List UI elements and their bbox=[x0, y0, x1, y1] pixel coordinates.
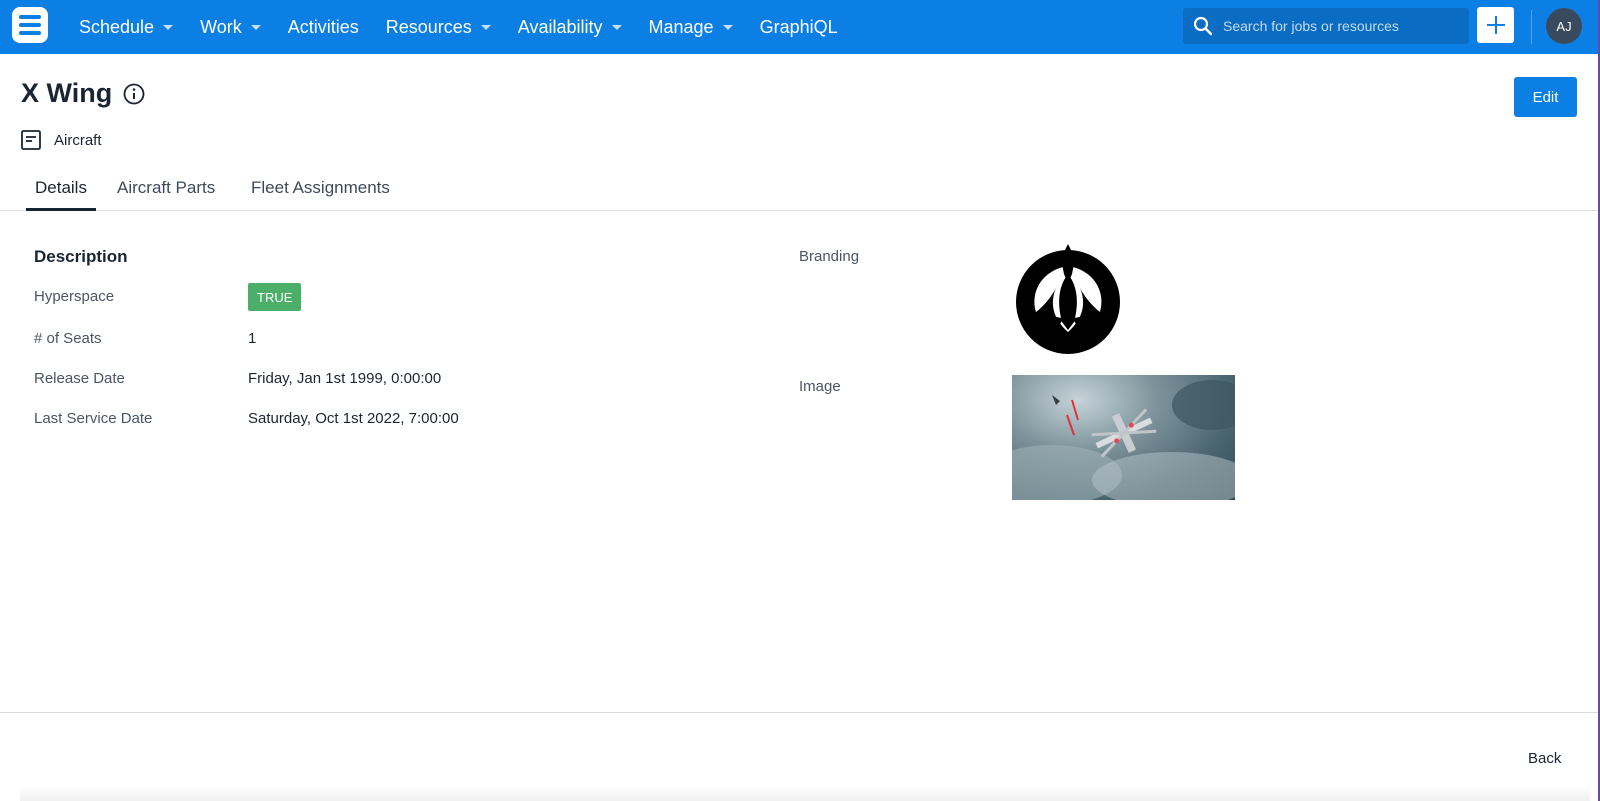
nav-schedule[interactable]: Schedule bbox=[79, 16, 174, 38]
top-navbar: Schedule Work Activities Resources Avail… bbox=[0, 0, 1600, 54]
tab-bar: Details Aircraft Parts Fleet Assignments bbox=[0, 170, 1600, 211]
x-wing-photo bbox=[1012, 380, 1235, 500]
field-label-hyperspace: Hyperspace bbox=[34, 288, 115, 305]
bottom-shadow bbox=[20, 785, 1590, 801]
info-icon[interactable] bbox=[123, 83, 145, 105]
chevron-down-icon bbox=[163, 24, 174, 30]
nav-manage-label: Manage bbox=[648, 16, 714, 37]
plus-icon bbox=[1486, 16, 1505, 34]
nav-activities-label: Activities bbox=[287, 16, 359, 37]
nav-work-label: Work bbox=[200, 16, 242, 37]
nav-work[interactable]: Work bbox=[200, 17, 261, 38]
nav-availability-label: Availability bbox=[517, 16, 603, 37]
page-title: X Wing bbox=[21, 78, 113, 108]
footer-divider bbox=[0, 712, 1600, 713]
edit-button[interactable]: Edit bbox=[1514, 77, 1577, 117]
chevron-down-icon bbox=[722, 24, 733, 30]
aircraft-image bbox=[1012, 375, 1235, 500]
chevron-down-icon bbox=[611, 24, 622, 30]
nav-manage[interactable]: Manage bbox=[649, 17, 733, 38]
resource-type-label: Aircraft bbox=[54, 132, 102, 149]
tab-details[interactable]: Details bbox=[26, 178, 96, 211]
nav-graphiql[interactable]: GraphiQL bbox=[760, 17, 838, 38]
field-label-release-date: Release Date bbox=[34, 370, 125, 387]
field-label-last-service-date: Last Service Date bbox=[34, 410, 153, 427]
field-value-seats: 1 bbox=[248, 330, 257, 347]
app-logo-icon[interactable] bbox=[12, 7, 48, 43]
nav-divider bbox=[1531, 10, 1532, 44]
field-label-image: Image bbox=[799, 378, 841, 395]
search-box[interactable] bbox=[1183, 8, 1469, 44]
avatar[interactable]: AJ bbox=[1546, 8, 1582, 44]
search-icon bbox=[1193, 16, 1213, 36]
status-badge: TRUE bbox=[248, 283, 302, 311]
nav-availability[interactable]: Availability bbox=[518, 17, 622, 38]
field-value-release-date: Friday, Jan 1st 1999, 0:00:00 bbox=[248, 370, 442, 387]
field-label-seats: # of Seats bbox=[34, 330, 102, 347]
nav-activities[interactable]: Activities bbox=[288, 17, 359, 38]
tab-fleet-assignments[interactable]: Fleet Assignments bbox=[251, 178, 390, 210]
field-label-branding: Branding bbox=[799, 248, 860, 265]
add-button[interactable] bbox=[1477, 7, 1514, 43]
nav-resources[interactable]: Resources bbox=[386, 17, 491, 38]
nav-resources-label: Resources bbox=[385, 16, 472, 37]
search-input[interactable] bbox=[1223, 18, 1453, 34]
field-value-last-service-date: Saturday, Oct 1st 2022, 7:00:00 bbox=[248, 410, 459, 427]
chevron-down-icon bbox=[480, 24, 491, 30]
document-icon bbox=[21, 130, 41, 150]
main-nav: Schedule Work Activities Resources Avail… bbox=[79, 0, 865, 54]
back-button[interactable]: Back bbox=[1528, 750, 1561, 767]
section-title: Description bbox=[34, 247, 128, 266]
nav-schedule-label: Schedule bbox=[79, 16, 155, 37]
nav-graphiql-label: GraphiQL bbox=[759, 16, 838, 37]
chevron-down-icon bbox=[250, 24, 261, 30]
rebel-alliance-logo-icon bbox=[1016, 244, 1120, 354]
tab-aircraft-parts[interactable]: Aircraft Parts bbox=[117, 178, 215, 210]
